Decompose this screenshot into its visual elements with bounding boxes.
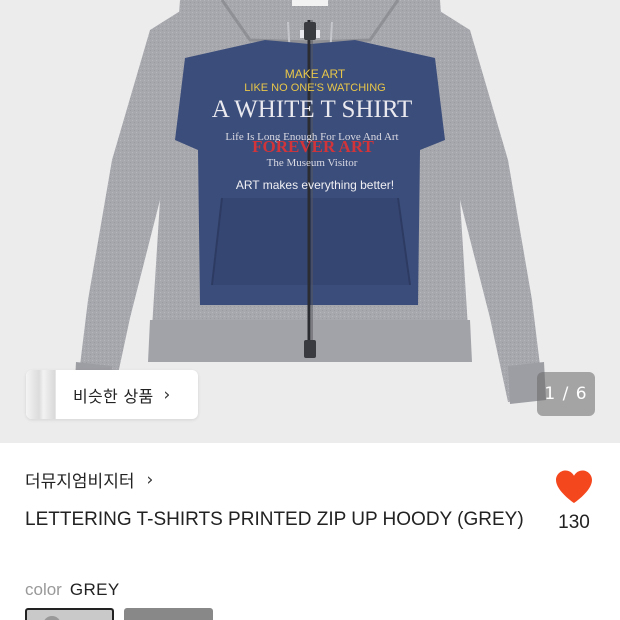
color-swatch[interactable]	[124, 608, 213, 620]
like-button[interactable]: 130	[548, 470, 600, 534]
similar-products-label: 비슷한 상품	[73, 386, 154, 406]
print-line-watching: LIKE NO ONE'S WATCHING	[244, 82, 385, 94]
color-option: color GREY	[25, 580, 120, 600]
chevron-right-icon: ›	[146, 469, 154, 490]
image-counter: 1 / 6	[537, 372, 595, 416]
heart-icon	[556, 470, 592, 503]
brand-link[interactable]: 더뮤지엄비지터 ›	[25, 467, 154, 493]
chevron-right-icon: ›	[163, 384, 171, 405]
print-line-forever-art: FOREVER ART	[252, 137, 374, 156]
brand-name: 더뮤지엄비지터	[25, 472, 135, 492]
color-option-value: GREY	[69, 580, 120, 599]
print-line-museum-visitor: The Museum Visitor	[267, 157, 358, 169]
similar-products-thumbnail	[26, 370, 56, 419]
color-swatch-selected[interactable]	[25, 608, 114, 620]
color-option-label: color	[25, 580, 62, 599]
print-line-make-art: MAKE ART	[285, 67, 346, 81]
product-title: LETTERING T-SHIRTS PRINTED ZIP UP HOODY …	[25, 509, 524, 530]
print-line-art-makes: ART makes everything better!	[236, 178, 394, 192]
like-count: 130	[558, 512, 590, 533]
product-image-gallery[interactable]: MAKE ART LIKE NO ONE'S WATCHING A WHITE …	[0, 0, 620, 443]
similar-products-button[interactable]: 비슷한 상품 ›	[26, 370, 198, 419]
print-line-white-t-shirt: A WHITE T SHIRT	[212, 96, 413, 123]
